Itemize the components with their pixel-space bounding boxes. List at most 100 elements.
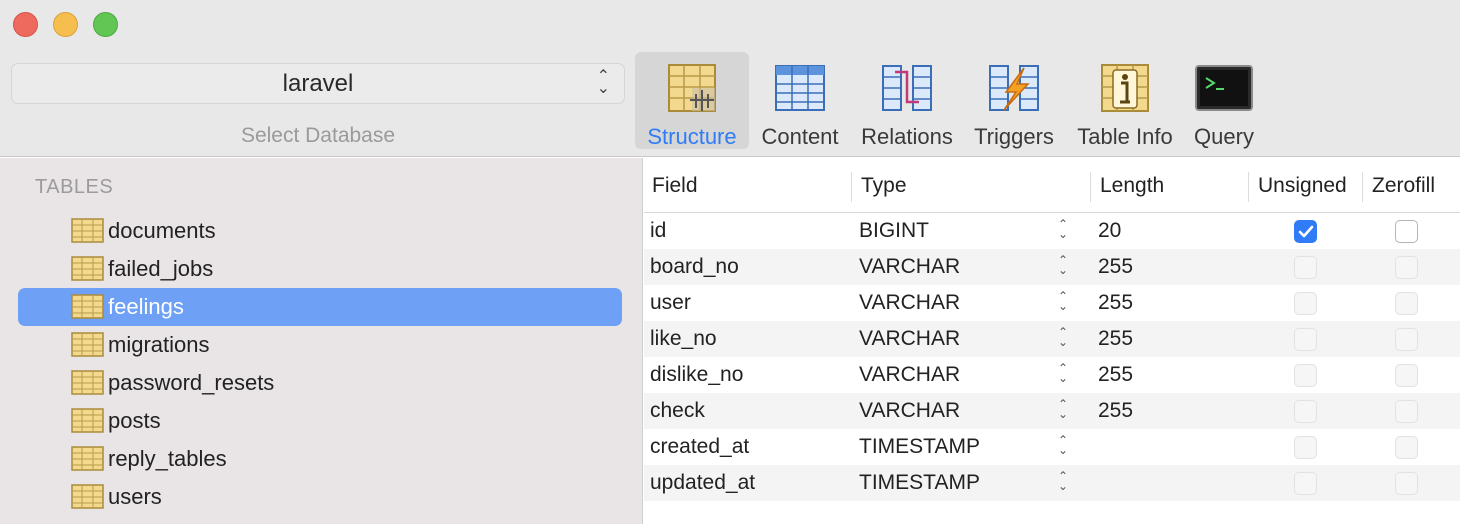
field-name-cell[interactable]: created_at — [650, 435, 749, 459]
table-row[interactable]: created_at TIMESTAMP ⌃ ⌄ — [644, 429, 1460, 465]
column-header-zerofill[interactable]: Zerofill — [1372, 174, 1435, 198]
zerofill-checkbox[interactable] — [1395, 472, 1418, 495]
length-cell[interactable]: 255 — [1098, 363, 1133, 387]
zoom-window-button[interactable] — [93, 12, 118, 37]
close-window-button[interactable] — [13, 12, 38, 37]
type-cell[interactable]: BIGINT — [859, 219, 929, 243]
sidebar-table-item[interactable]: failed_jobs — [18, 250, 622, 288]
sidebar-table-label: documents — [108, 218, 216, 243]
table-row[interactable]: check VARCHAR ⌃ ⌄ 255 — [644, 393, 1460, 429]
type-stepper-icon[interactable]: ⌃ ⌄ — [1058, 326, 1068, 348]
zerofill-checkbox[interactable] — [1395, 292, 1418, 315]
zerofill-checkbox[interactable] — [1395, 328, 1418, 351]
type-cell[interactable]: VARCHAR — [859, 327, 960, 351]
type-stepper-icon[interactable]: ⌃ ⌄ — [1058, 218, 1068, 240]
zerofill-checkbox[interactable] — [1395, 436, 1418, 459]
sidebar-table-item[interactable]: users — [18, 478, 622, 516]
field-name-cell[interactable]: dislike_no — [650, 363, 743, 387]
sidebar-table-label: feelings — [108, 294, 184, 319]
field-name-cell[interactable]: user — [650, 291, 691, 315]
content-icon — [775, 65, 825, 111]
unsigned-checkbox[interactable] — [1294, 328, 1317, 351]
database-select-value: laravel — [282, 69, 354, 97]
tab-relations[interactable]: Relations — [857, 52, 957, 149]
tab-triggers[interactable]: Triggers — [966, 52, 1062, 149]
table-row[interactable]: updated_at TIMESTAMP ⌃ ⌄ — [644, 465, 1460, 501]
table-header: Field Type Length Unsigned Zerofill — [644, 158, 1460, 213]
unsigned-checkbox[interactable] — [1294, 436, 1317, 459]
unsigned-checkbox[interactable] — [1294, 292, 1317, 315]
unsigned-checkbox[interactable] — [1294, 364, 1317, 387]
unsigned-checkbox[interactable] — [1294, 220, 1317, 243]
table-icon — [71, 256, 104, 281]
type-cell[interactable]: TIMESTAMP — [859, 435, 980, 459]
relations-icon — [882, 65, 932, 111]
field-name-cell[interactable]: updated_at — [650, 471, 755, 495]
type-stepper-icon[interactable]: ⌃ ⌄ — [1058, 362, 1068, 384]
unsigned-checkbox[interactable] — [1294, 472, 1317, 495]
type-cell[interactable]: VARCHAR — [859, 255, 960, 279]
table-row[interactable]: dislike_no VARCHAR ⌃ ⌄ 255 — [644, 357, 1460, 393]
length-cell[interactable]: 255 — [1098, 291, 1133, 315]
zerofill-checkbox[interactable] — [1395, 400, 1418, 423]
query-icon — [1195, 65, 1253, 111]
field-name-cell[interactable]: like_no — [650, 327, 717, 351]
database-select-caption: Select Database — [240, 124, 396, 147]
sidebar-table-item[interactable]: password_resets — [18, 364, 622, 402]
column-header-length[interactable]: Length — [1100, 174, 1164, 198]
zerofill-checkbox[interactable] — [1395, 364, 1418, 387]
type-stepper-icon[interactable]: ⌃ ⌄ — [1058, 290, 1068, 312]
type-cell[interactable]: VARCHAR — [859, 399, 960, 423]
tab-triggers-label: Triggers — [974, 124, 1054, 149]
field-name-cell[interactable]: check — [650, 399, 705, 423]
sidebar-table-label: posts — [108, 408, 161, 433]
structure-icon — [668, 64, 716, 112]
column-header-type[interactable]: Type — [861, 174, 907, 198]
type-stepper-icon[interactable]: ⌃ ⌄ — [1058, 434, 1068, 456]
sidebar-table-item[interactable]: feelings — [18, 288, 622, 326]
triggers-icon — [989, 65, 1039, 111]
unsigned-checkbox[interactable] — [1294, 256, 1317, 279]
sidebar-table-label: reply_tables — [108, 446, 227, 471]
table-row[interactable]: board_no VARCHAR ⌃ ⌄ 255 — [644, 249, 1460, 285]
type-stepper-icon[interactable]: ⌃ ⌄ — [1058, 398, 1068, 420]
table-row[interactable]: id BIGINT ⌃ ⌄ 20 — [644, 213, 1460, 249]
type-cell[interactable]: VARCHAR — [859, 363, 960, 387]
table-icon — [71, 446, 104, 471]
tab-table-info[interactable]: Table Info — [1070, 52, 1180, 149]
sidebar-table-item[interactable]: documents — [18, 212, 622, 250]
table-icon — [71, 484, 104, 509]
length-cell[interactable]: 255 — [1098, 255, 1133, 279]
sidebar-table-label: users — [108, 484, 162, 509]
zerofill-checkbox[interactable] — [1395, 256, 1418, 279]
type-cell[interactable]: TIMESTAMP — [859, 471, 980, 495]
sidebar-table-item[interactable]: reply_tables — [18, 440, 622, 478]
field-name-cell[interactable]: id — [650, 219, 666, 243]
sidebar-table-label: migrations — [108, 332, 210, 357]
column-header-field[interactable]: Field — [652, 174, 698, 198]
length-cell[interactable]: 255 — [1098, 399, 1133, 423]
zerofill-checkbox[interactable] — [1395, 220, 1418, 243]
tab-structure[interactable]: Structure — [635, 52, 749, 149]
table-icon — [71, 408, 104, 433]
type-stepper-icon[interactable]: ⌃ ⌄ — [1058, 470, 1068, 492]
sidebar-table-label: failed_jobs — [108, 256, 214, 281]
tab-query[interactable]: Query — [1184, 52, 1264, 149]
sidebar-table-item[interactable]: migrations — [18, 326, 622, 364]
table-icon — [71, 370, 104, 395]
minimize-window-button[interactable] — [53, 12, 78, 37]
type-stepper-icon[interactable]: ⌃ ⌄ — [1058, 254, 1068, 276]
column-header-unsigned[interactable]: Unsigned — [1258, 174, 1347, 198]
sidebar-table-item[interactable]: posts — [18, 402, 622, 440]
length-cell[interactable]: 255 — [1098, 327, 1133, 351]
field-name-cell[interactable]: board_no — [650, 255, 739, 279]
table-row[interactable]: like_no VARCHAR ⌃ ⌄ 255 — [644, 321, 1460, 357]
tab-relations-label: Relations — [861, 124, 953, 149]
type-cell[interactable]: VARCHAR — [859, 291, 960, 315]
tab-content[interactable]: Content — [753, 52, 847, 149]
table-row[interactable]: user VARCHAR ⌃ ⌄ 255 — [644, 285, 1460, 321]
unsigned-checkbox[interactable] — [1294, 400, 1317, 423]
length-cell[interactable]: 20 — [1098, 219, 1121, 243]
table-icon — [71, 332, 104, 357]
database-select[interactable]: laravel ⌃ ⌄ — [11, 63, 625, 104]
